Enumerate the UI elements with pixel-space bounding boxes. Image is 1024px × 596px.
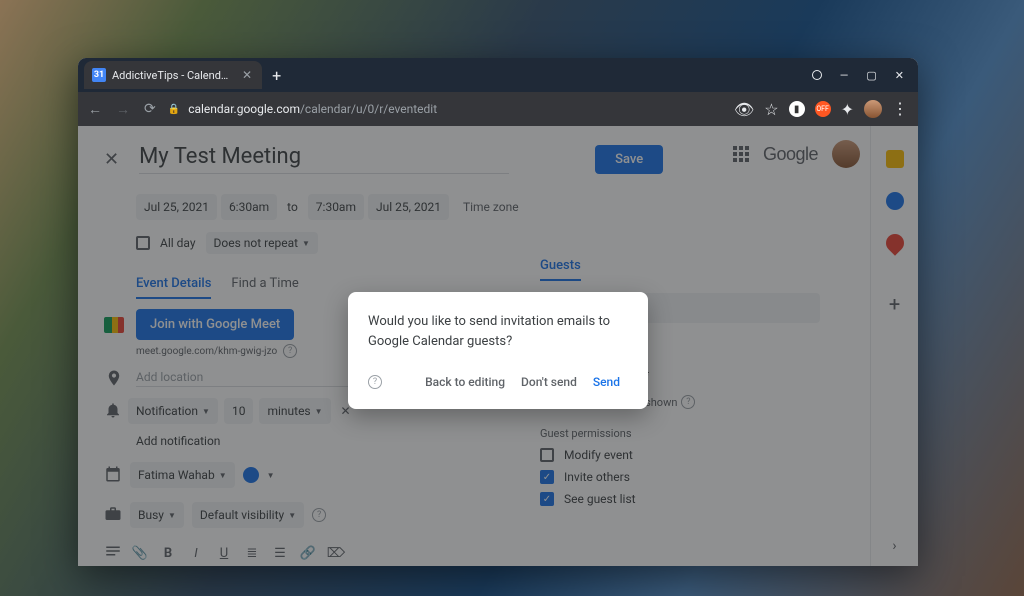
minimize-button[interactable]: — xyxy=(840,69,849,82)
browser-titlebar: 31 AddictiveTips - Calendar - Event ✕ + … xyxy=(78,58,918,92)
close-tab-icon[interactable]: ✕ xyxy=(242,68,252,82)
dont-send-button[interactable]: Don't send xyxy=(513,369,585,395)
back-to-editing-button[interactable]: Back to editing xyxy=(417,369,513,395)
address-bar: ← → ⟳ 🔒 calendar.google.com/calendar/u/0… xyxy=(78,92,918,126)
help-icon[interactable]: ? xyxy=(368,375,382,389)
lock-icon: 🔒 xyxy=(168,104,180,115)
account-indicator-icon[interactable] xyxy=(812,70,822,80)
dialog-message: Would you like to send invitation emails… xyxy=(368,312,628,351)
maximize-button[interactable]: ▢ xyxy=(866,69,876,82)
page-content: Google ✕ Save Jul 25, 2021 6:30am to 7:3… xyxy=(78,126,918,566)
back-button[interactable]: ← xyxy=(88,101,102,118)
send-invitations-dialog: Would you like to send invitation emails… xyxy=(348,292,648,409)
favicon: 31 xyxy=(92,68,106,82)
modal-overlay: Would you like to send invitation emails… xyxy=(78,126,918,566)
url-field[interactable]: 🔒 calendar.google.com/calendar/u/0/r/eve… xyxy=(168,102,722,116)
window-controls: — ▢ ✕ xyxy=(812,69,918,82)
send-button[interactable]: Send xyxy=(585,369,628,395)
reload-button[interactable]: ⟳ xyxy=(144,101,156,117)
browser-tab[interactable]: 31 AddictiveTips - Calendar - Event ✕ xyxy=(84,61,262,89)
close-window-button[interactable]: ✕ xyxy=(895,69,904,82)
extension-icon-2[interactable]: OFF xyxy=(815,101,831,117)
star-icon[interactable]: ☆ xyxy=(764,100,778,119)
extension-icon-1[interactable]: ▮ xyxy=(789,101,805,117)
new-tab-button[interactable]: + xyxy=(272,66,281,85)
extensions-icon[interactable]: ✦ xyxy=(841,100,854,119)
forward-button[interactable]: → xyxy=(116,101,130,118)
eye-icon[interactable]: 👁 xyxy=(734,100,754,119)
profile-avatar[interactable] xyxy=(864,100,882,118)
tab-title: AddictiveTips - Calendar - Event xyxy=(112,69,232,82)
browser-window: 31 AddictiveTips - Calendar - Event ✕ + … xyxy=(78,58,918,566)
